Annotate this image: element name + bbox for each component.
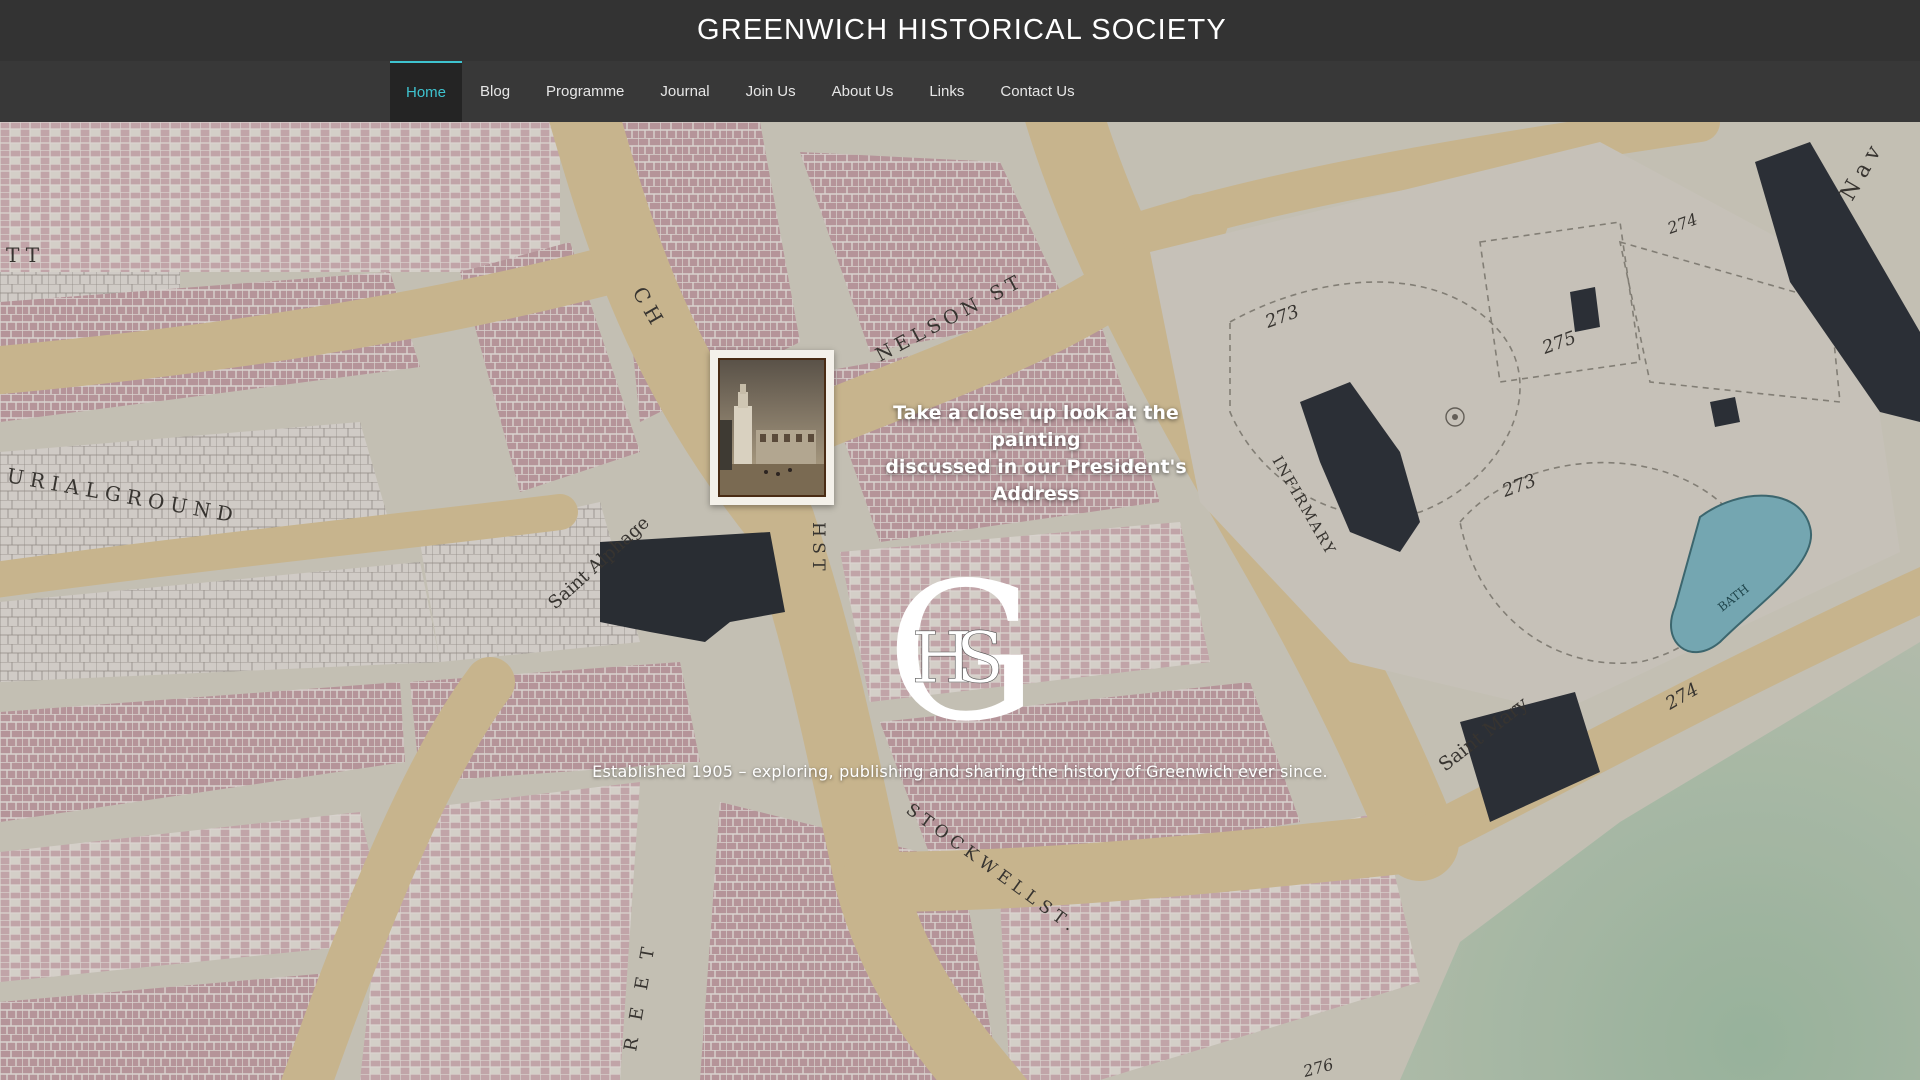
nav-item-programme[interactable]: Programme bbox=[528, 61, 642, 122]
nav-item-home[interactable]: Home bbox=[390, 61, 463, 122]
ghs-logo: G H S bbox=[886, 558, 1038, 732]
site-title[interactable]: GREENWICH HISTORICAL SOCIETY bbox=[697, 16, 1227, 45]
hero-section: T T U R I A L G R O U N D C H NELSON ST … bbox=[0, 122, 1920, 1080]
nav-item-blog[interactable]: Blog bbox=[462, 61, 528, 122]
painting-image bbox=[718, 358, 826, 497]
main-nav: Home Blog Programme Journal Join Us Abou… bbox=[0, 61, 1920, 122]
painting-caption-line-1: Take a close up look at the painting bbox=[893, 402, 1179, 451]
page: GREENWICH HISTORICAL SOCIETY Home Blog P… bbox=[0, 0, 1920, 1080]
painting-thumbnail[interactable] bbox=[710, 350, 834, 505]
nav-item-join-us[interactable]: Join Us bbox=[728, 61, 814, 122]
nav-item-journal[interactable]: Journal bbox=[642, 61, 727, 122]
logo-letter-s: S bbox=[956, 617, 1004, 699]
nav-item-about-us[interactable]: About Us bbox=[814, 61, 912, 122]
site-header: GREENWICH HISTORICAL SOCIETY bbox=[0, 0, 1920, 61]
nav-item-links[interactable]: Links bbox=[911, 61, 982, 122]
nav-item-contact-us[interactable]: Contact Us bbox=[982, 61, 1092, 122]
site-tagline: Established 1905 – exploring, publishing… bbox=[592, 762, 1328, 781]
painting-caption-line-2: discussed in our President's Address bbox=[885, 456, 1187, 505]
nav-list: Home Blog Programme Journal Join Us Abou… bbox=[390, 61, 1093, 122]
painting-caption-link[interactable]: Take a close up look at the painting dis… bbox=[858, 400, 1214, 508]
